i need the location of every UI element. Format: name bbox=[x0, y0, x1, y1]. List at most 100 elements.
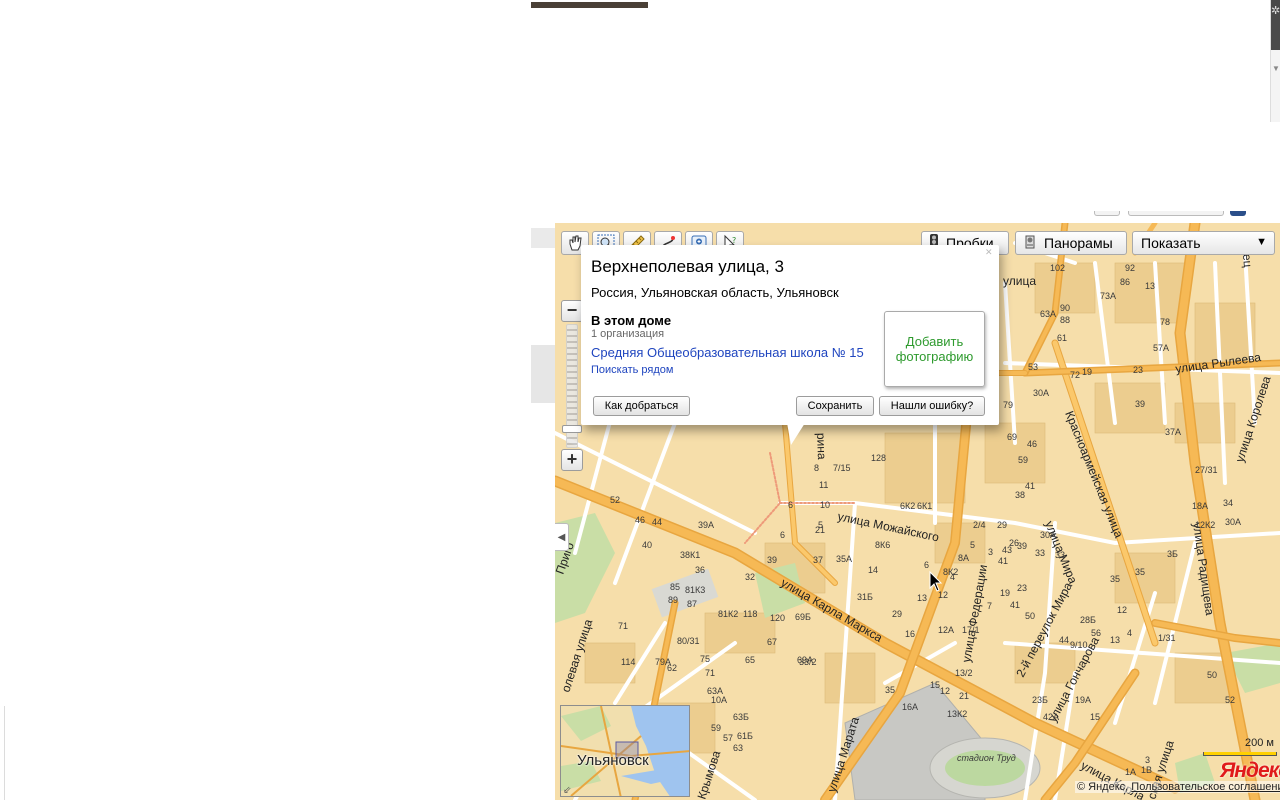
house-number-label: 79 bbox=[1003, 400, 1013, 410]
panoramas-label: Панорамы bbox=[1044, 235, 1113, 251]
show-label: Показать bbox=[1141, 235, 1201, 251]
settings-icon[interactable]: ✲ bbox=[1271, 4, 1280, 17]
street-label-rina: рина bbox=[814, 433, 829, 460]
house-number-label: 118 bbox=[743, 609, 757, 619]
show-layers-dropdown[interactable]: Показать ▼ bbox=[1132, 231, 1275, 255]
house-number-label: 52 bbox=[1225, 695, 1235, 705]
page-scrollbar[interactable]: ✲ ▼ bbox=[1270, 0, 1280, 122]
house-number-label: 35 bbox=[1135, 567, 1145, 577]
house-number-label: 6 bbox=[780, 530, 785, 540]
print-button-stub[interactable] bbox=[1094, 211, 1120, 216]
organization-count: 1 организация bbox=[591, 328, 665, 340]
house-number-label: 3 bbox=[1145, 755, 1150, 765]
share-button-stub[interactable] bbox=[1230, 211, 1246, 216]
yandex-logo[interactable]: Яндекс bbox=[1220, 759, 1280, 783]
house-number-label: 90 bbox=[1060, 303, 1070, 313]
house-number-label: 53 bbox=[1028, 362, 1038, 372]
house-number-label: 1В bbox=[1141, 765, 1152, 775]
house-number-label: 7 bbox=[987, 601, 992, 611]
mouse-cursor-icon bbox=[929, 571, 943, 592]
scroll-down-arrow-icon[interactable]: ▼ bbox=[1272, 64, 1280, 73]
directions-label: Как добраться bbox=[604, 400, 679, 412]
house-number-label: 71 bbox=[705, 668, 715, 678]
house-number-label: 39 bbox=[1135, 399, 1145, 409]
house-number-label: 17/1 bbox=[962, 625, 980, 635]
directions-button[interactable]: Как добраться bbox=[593, 396, 690, 416]
page-divider bbox=[4, 706, 5, 800]
street-label-ulitsa: улица bbox=[1003, 274, 1036, 288]
map-view[interactable]: улица Можайского улица Карла Маркса Крас… bbox=[555, 223, 1280, 800]
house-number-label: 18А bbox=[1192, 501, 1208, 511]
house-number-label: 13 bbox=[1110, 635, 1120, 645]
house-number-label: 50 bbox=[1025, 611, 1035, 621]
zoom-in-button[interactable]: + bbox=[561, 449, 583, 471]
page-top-strip bbox=[531, 2, 648, 8]
plus-icon: + bbox=[566, 449, 578, 469]
house-number-label: 46 bbox=[1027, 439, 1037, 449]
save-button[interactable]: Сохранить bbox=[796, 396, 874, 416]
house-number-label: 33/2 bbox=[799, 657, 817, 667]
add-photo-button[interactable]: Добавить фотографию bbox=[884, 311, 985, 387]
house-number-label: 78 bbox=[1160, 317, 1170, 327]
house-number-label: 43 bbox=[1002, 545, 1012, 555]
collapse-panel-button[interactable]: ◀ bbox=[555, 523, 569, 551]
house-number-label: 12 bbox=[940, 686, 950, 696]
overview-minimap[interactable]: Ульяновск ⇙ bbox=[560, 705, 690, 797]
panoramas-button[interactable]: Панорамы bbox=[1015, 231, 1127, 255]
copyright-text: © Яндекс bbox=[1077, 781, 1126, 793]
house-number-label: 6К2 bbox=[900, 501, 915, 511]
search-nearby-link[interactable]: Поискать рядом bbox=[591, 364, 673, 376]
add-photo-label: Добавить фотографию bbox=[895, 334, 974, 364]
organization-link[interactable]: Средняя Общеобразовательная школа № 15 bbox=[591, 345, 864, 360]
house-number-label: 29 bbox=[892, 609, 902, 619]
house-number-label: 8А bbox=[958, 553, 969, 563]
close-icon[interactable]: ✕ bbox=[985, 247, 995, 257]
address-balloon: ✕ Верхнеполевая улица, 3 Россия, Ульянов… bbox=[581, 245, 999, 425]
house-number-label: 50 bbox=[1207, 670, 1217, 680]
house-number-label: 56 bbox=[1091, 628, 1101, 638]
scale-label: 200 м bbox=[1245, 737, 1274, 749]
link-button-stub[interactable] bbox=[1128, 211, 1224, 216]
house-number-label: 87 bbox=[687, 599, 697, 609]
house-number-label: 35 bbox=[885, 685, 895, 695]
house-number-label: 19 bbox=[1082, 367, 1092, 377]
house-number-label: 35 bbox=[1110, 574, 1120, 584]
house-number-label: 11 bbox=[819, 480, 828, 490]
house-number-label: 10 bbox=[820, 500, 830, 510]
house-number-label: 102 bbox=[1050, 263, 1065, 273]
house-number-label: 57А bbox=[1153, 343, 1169, 353]
house-number-label: 7/15 bbox=[833, 463, 851, 473]
house-number-label: 28Б bbox=[1080, 615, 1096, 625]
house-number-label: 2/4 bbox=[973, 520, 986, 530]
house-number-label: 41 bbox=[1025, 481, 1035, 491]
house-number-label: 75 bbox=[700, 654, 710, 664]
scale-bar bbox=[1203, 752, 1277, 756]
house-number-label: 30А bbox=[1225, 517, 1241, 527]
zoom-out-button[interactable]: − bbox=[561, 300, 583, 322]
report-error-button[interactable]: Нашли ошибку? bbox=[879, 396, 985, 416]
house-number-label: 92 bbox=[1125, 263, 1135, 273]
zoom-slider-handle[interactable] bbox=[562, 425, 582, 433]
house-number-label: 67 bbox=[767, 637, 777, 647]
house-number-label: 3Б bbox=[1167, 549, 1178, 559]
house-number-label: 89 bbox=[668, 595, 678, 605]
minus-icon: − bbox=[566, 300, 578, 320]
minimap-toggle-icon[interactable]: ⇙ bbox=[563, 785, 571, 796]
house-number-label: 12А bbox=[938, 625, 954, 635]
house-number-label: 30А bbox=[1033, 388, 1049, 398]
svg-text:?: ? bbox=[732, 236, 736, 245]
house-number-label: 8К2 bbox=[943, 567, 958, 577]
balloon-region: Россия, Ульяновская область, Ульяновск bbox=[591, 285, 839, 300]
terms-link[interactable]: Пользовательское соглашение bbox=[1131, 781, 1280, 793]
house-number-label: 36 bbox=[695, 565, 705, 575]
in-house-heading: В этом доме bbox=[591, 313, 672, 328]
house-number-label: 63А bbox=[707, 686, 723, 696]
house-number-label: 85 bbox=[670, 582, 680, 592]
house-number-label: 44 bbox=[1059, 635, 1069, 645]
house-number-label: 30А bbox=[1040, 530, 1056, 540]
house-number-label: 65 bbox=[745, 655, 755, 665]
house-number-label: 13 bbox=[917, 593, 927, 603]
house-number-label: 88 bbox=[1060, 315, 1070, 325]
house-number-label: 39 bbox=[767, 555, 777, 565]
chevron-left-icon: ◀ bbox=[557, 531, 566, 543]
